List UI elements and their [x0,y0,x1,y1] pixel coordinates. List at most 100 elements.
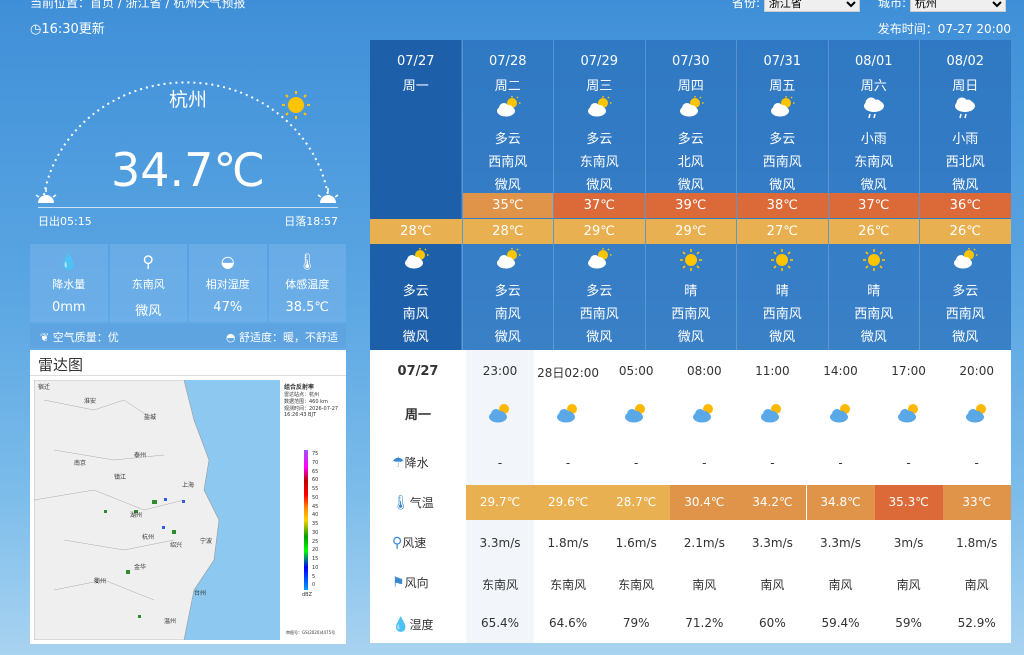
map-place-label: 南京 [74,460,87,467]
day-weather-icon [829,96,920,120]
forecast-day[interactable]: 07/28 周二 多云 西南风 微风 35℃ 28℃ 多云 南风 微风 [461,40,554,350]
hourly-temperature: 34.2℃ [738,485,807,520]
scale-tick-label: 65 [312,468,319,475]
update-time: ◷16:30更新 [30,18,105,37]
high-temperature: 37℃ [554,193,645,218]
forecast-day[interactable]: 07/29 周三 多云 东南风 微风 37℃ 29℃ 多云 西南风 微风 [553,40,645,350]
night-wind-speed: 微风 [586,330,613,345]
day-wind-direction: 东南风 [579,155,619,170]
stat-precipitation: 💧 降水量 0mm [30,244,108,322]
night-wind-speed: 微风 [402,330,429,345]
hourly-weather-icon [466,402,534,424]
rain-cloud-icon: ☂ [392,455,405,471]
night-wind-speed: 微风 [952,330,979,345]
hourly-time: 11:00 [755,364,790,378]
hourly-wind-speed: 3m/s [893,536,924,550]
hourly-temperature: 28.7℃ [602,485,671,520]
forecast-day[interactable]: 07/30 周四 多云 北风 微风 39℃ 29℃ 晴西南风 微风 [644,40,736,350]
radar-map[interactable]: 宿迁 淮安 盐城 泰州 南京 镇江 上海 湖州 杭州 绍兴 宁波 金华 衢州 温… [34,380,280,640]
forecast-date: 07/31 [763,54,801,69]
map-place-label: 杭州 [142,534,155,541]
low-temperature: 26℃ [828,219,919,244]
high-temperature: 38℃ [737,193,828,218]
low-temperature: 29℃ [645,219,736,244]
stat-label: 东南风 [131,278,165,291]
forecast-date: 07/30 [672,54,710,69]
night-weather: 多云 [494,284,521,299]
night-weather-icon [554,248,645,272]
hourly-humidity: 59% [895,616,922,630]
scale-tick-label: 50 [312,494,319,501]
radar-legend: 组合反射率 雷达站点：杭州 数据范围：460 km 观测时间：2026-07-2… [282,380,344,640]
scale-tick-label: 15 [312,556,319,562]
gauge-icon: ◓ [225,331,239,344]
night-wind-direction: 西南风 [579,307,619,322]
city-label: 城市: [878,0,907,10]
forecast-day[interactable]: 08/02 周日 小雨 西北风 微风 36℃ 26℃ 多云 西南风 微风 [919,40,1011,350]
province-select[interactable]: 浙江省 [763,0,860,12]
current-city: 杭州 [168,89,207,111]
hourly-weather-icon [807,402,875,424]
night-wind-direction: 西南风 [945,307,985,322]
hourly-wind-speed: 3.3m/s [479,536,521,550]
top-bar: 当前位置：首页 / 浙江省 / 杭州天气预报 省份: 浙江省 城市: 杭州 [0,0,1024,14]
day-wind-speed: 微风 [586,178,613,193]
row-label-wind-direction: ⚑风向 [392,574,429,591]
map-place-label: 上海 [182,482,195,489]
scale-tick-label: 70 [312,459,319,466]
stat-wind: ⚲ 东南风 微风 [109,244,187,322]
hourly-wind-direction: 东南风 [481,578,518,592]
forecast-day[interactable]: 07/31 周五 多云 西南风 微风 38℃ 27℃ 晴西南风 微风 [736,40,828,350]
hourly-wind-direction: 东南风 [618,578,655,592]
forecast-date: 07/27 [397,54,435,69]
hourly-precipitation: - [702,456,707,470]
light-rain-icon [863,97,884,119]
map-place-label: 绍兴 [170,542,183,549]
cloudy-icon [679,96,704,117]
hourly-column: 08:00 - 30.4℃ 2.1m/s 南风 71.2% [670,350,739,643]
humidity-drop-icon: 💧 [392,617,410,633]
hourly-wind-speed: 1.8m/s [956,536,998,550]
forecast-date: 07/28 [489,54,527,69]
night-wind-direction: 西南风 [854,307,894,322]
day-weather-icon [463,96,554,120]
stat-value: 微风 [135,304,162,319]
cloudy-icon [404,248,429,269]
breadcrumb[interactable]: 当前位置：首页 / 浙江省 / 杭州天气预报 [30,0,245,11]
stat-label: 相对湿度 [205,278,250,291]
night-weather-icon [463,248,554,272]
low-temperature: 28℃ [370,219,462,244]
day-weather: 多云 [769,132,796,147]
cloudy-icon [588,248,612,269]
hourly-weather-icon [670,402,738,424]
city-select[interactable]: 杭州 [909,0,1006,12]
stat-value: 0mm [51,300,86,315]
forecast-day[interactable]: 08/01 周六 小雨 东南风 微风 37℃ 26℃ 晴西南风 微风 [827,40,920,350]
row-label-humidity: 💧湿度 [392,616,433,633]
hourly-wind-direction: 南风 [828,578,853,592]
day-weather-icon [554,96,645,120]
radar-title: 雷达图 [30,350,346,376]
row-label-temp: 🌡气温 [392,494,434,511]
night-wind-direction: 南风 [494,307,521,322]
forecast-weekday: 周三 [586,79,613,94]
day-weather: 多云 [494,132,521,147]
day-weather: 小雨 [952,132,979,147]
hourly-wind-direction: 南风 [692,578,717,592]
forecast-date: 07/29 [580,54,618,69]
hourly-weather-icon [943,402,1011,424]
map-place-label: 淮安 [84,398,97,405]
hourly-precipitation: - [634,456,639,470]
stat-label: 降水量 [52,278,86,291]
day-wind-speed: 微风 [952,178,979,193]
hourly-time: 20:00 [959,364,994,378]
night-wind-speed: 微风 [677,330,704,345]
forecast-day[interactable]: 07/27 周一 28℃ 多云 南风 微风 [370,40,462,350]
high-temperature: 37℃ [828,193,919,218]
hourly-time: 28日02:00 [537,366,600,380]
hourly-wind-speed: 3.3m/s [819,536,862,550]
hourly-column: 11:00 - 34.2℃ 3.3m/s 南风 60% [738,350,807,643]
hourly-temperature: 33℃ [942,485,1011,520]
hourly-precipitation: - [770,456,775,470]
province-borders [34,380,220,640]
